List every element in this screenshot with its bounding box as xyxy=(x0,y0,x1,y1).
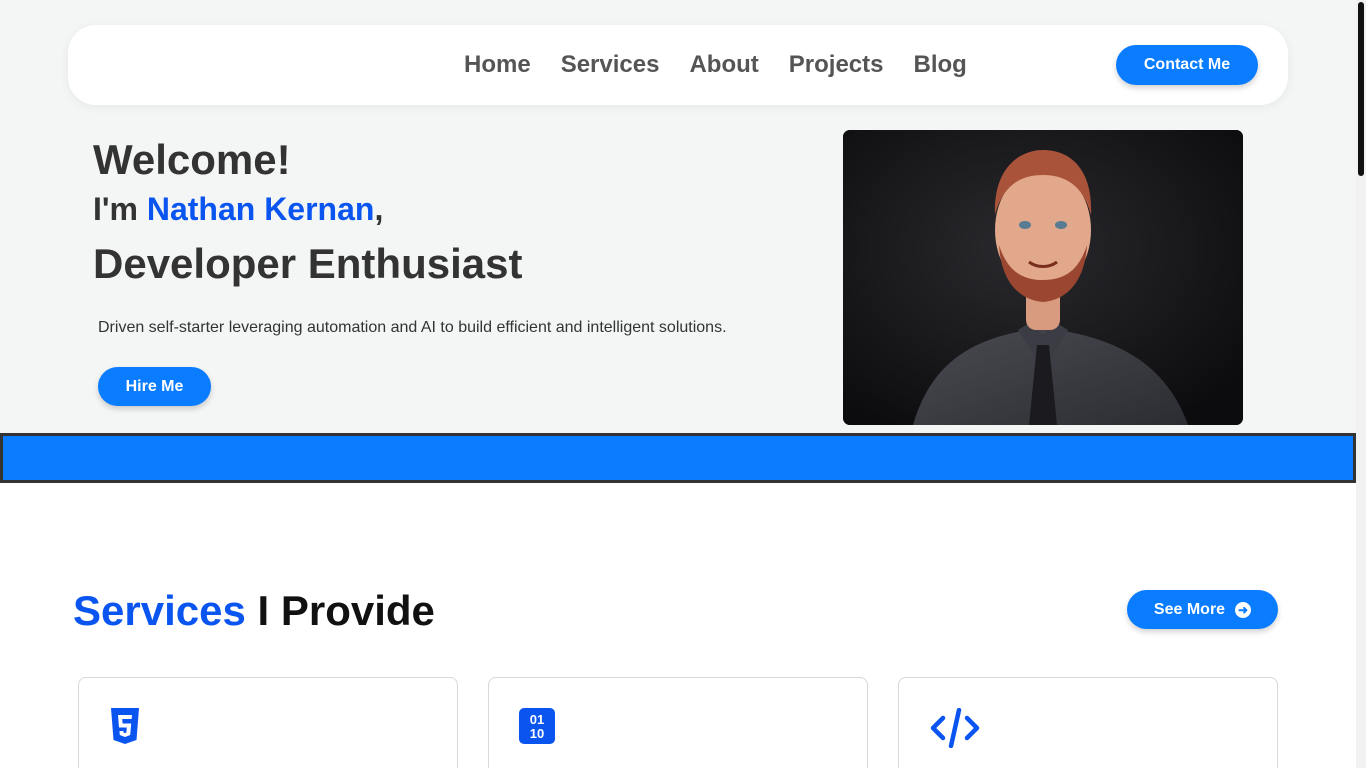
html5-icon xyxy=(109,708,141,751)
nav-link-projects[interactable]: Projects xyxy=(789,51,884,79)
contact-me-button[interactable]: Contact Me xyxy=(1116,45,1258,85)
service-card-code[interactable] xyxy=(898,677,1278,768)
accent-banner xyxy=(0,433,1356,483)
intro-suffix: , xyxy=(374,191,384,227)
hero-name: Nathan Kernan xyxy=(146,191,375,227)
svg-text:10: 10 xyxy=(530,726,544,741)
service-card-web[interactable] xyxy=(78,677,458,768)
hero-welcome-heading: Welcome! xyxy=(93,136,291,183)
services-heading-accent: Services xyxy=(73,587,246,634)
nav-link-home[interactable]: Home xyxy=(464,51,531,79)
scrollbar[interactable] xyxy=(1356,0,1366,768)
profile-photo xyxy=(843,130,1243,425)
service-card-data[interactable]: 01 10 xyxy=(488,677,868,768)
hero-intro-line: I'm Nathan Kernan, xyxy=(93,191,383,228)
navbar: Home Services About Projects Blog Contac… xyxy=(68,25,1288,105)
code-icon xyxy=(929,707,981,753)
see-more-button[interactable]: See More ➜ xyxy=(1127,590,1278,629)
services-heading-rest: I Provide xyxy=(245,587,435,634)
hero-role: Developer Enthusiast xyxy=(93,240,523,287)
nav-link-services[interactable]: Services xyxy=(561,51,660,79)
hero-tagline: Driven self-starter leveraging automatio… xyxy=(98,319,727,336)
intro-prefix: I'm xyxy=(93,191,147,227)
hire-me-button[interactable]: Hire Me xyxy=(98,367,211,406)
svg-text:01: 01 xyxy=(530,712,544,727)
scrollbar-thumb[interactable] xyxy=(1358,2,1364,176)
services-heading: Services I Provide xyxy=(73,587,435,635)
nav-link-about[interactable]: About xyxy=(689,51,758,79)
binary-icon: 01 10 xyxy=(519,708,555,749)
see-more-label: See More xyxy=(1153,600,1226,618)
nav-link-blog[interactable]: Blog xyxy=(913,51,966,79)
nav-links: Home Services About Projects Blog xyxy=(464,25,967,105)
arrow-right-circle-icon: ➜ xyxy=(1235,601,1252,618)
profile-photo-illustration xyxy=(843,130,1243,425)
